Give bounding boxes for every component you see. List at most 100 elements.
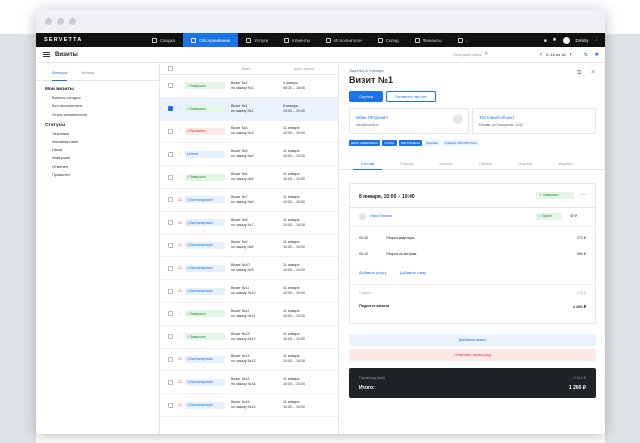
table-row[interactable]: ☆ ▸ Начат Визит №5 по заказу №5 11 января 10:… — [160, 143, 338, 167]
row-checkbox[interactable] — [168, 151, 173, 157]
add-service-link[interactable]: Добавить услугу — [359, 271, 386, 275]
star-icon[interactable]: ☆ — [175, 83, 185, 89]
warning-icon[interactable]: ⚠ — [175, 356, 185, 362]
gear-icon[interactable]: ✱ — [553, 37, 557, 43]
sidebar-item-status[interactable]: Черновик — [52, 131, 159, 136]
star-icon[interactable]: ☆ — [175, 151, 185, 157]
sidebar-item-my-visit[interactable]: Отказ исполнителя — [52, 112, 159, 117]
visit-name[interactable]: Визит №8 по заказу №7 — [231, 218, 283, 228]
visit-name[interactable]: Визит №13 по заказу №12 — [231, 332, 283, 342]
column-date[interactable]: Дата / время — [294, 67, 314, 71]
next-page-icon[interactable]: › — [570, 52, 572, 58]
visit-card-menu-icon[interactable]: … — [580, 191, 586, 197]
quick-search[interactable]: Быстрый поиск ⌕ — [453, 51, 488, 58]
table-row[interactable]: ⚠ ◷ Запланирован Визит №16 по заказу №15 11 … — [160, 394, 338, 417]
tab-detail-4[interactable]: Оценка — [510, 158, 540, 170]
visit-name[interactable]: Визит №9 по заказу №8 — [231, 240, 283, 250]
warning-icon[interactable]: ⚠ — [175, 197, 185, 203]
visit-name[interactable]: Визит №2 по заказу №1 — [231, 81, 283, 91]
window-dot[interactable] — [69, 17, 76, 25]
add-product-link[interactable]: Добавить товар — [400, 271, 426, 275]
table-row[interactable]: ☆ ✓ Завершен Визит №12 по заказу №11 11 янва… — [160, 303, 338, 326]
pay-check-button[interactable]: Оплатить чек сит — [386, 91, 436, 102]
row-checkbox[interactable] — [168, 288, 173, 294]
nav-item-3[interactable]: Клиенты — [276, 33, 318, 47]
visit-name[interactable]: Визит №1 по заказу №1 — [231, 104, 283, 114]
window-dot[interactable] — [45, 17, 52, 25]
tab-detail-2[interactable]: Клиент — [431, 158, 460, 170]
settings-icon[interactable]: ✱ — [595, 52, 599, 58]
star-icon[interactable]: ☆ — [175, 311, 185, 317]
warning-icon[interactable]: ⚠ — [175, 242, 185, 248]
warning-icon[interactable]: ⚠ — [175, 265, 185, 271]
tab-detail-1[interactable]: Расход — [392, 158, 421, 170]
table-row[interactable]: ⚠ ◷ Запланирован Визит №11 по заказу №10 11 … — [160, 280, 338, 303]
row-checkbox[interactable] — [168, 356, 173, 362]
table-row[interactable]: ☆ ✓ Завершен Визит №2 по заказу №1 4 января 0… — [160, 75, 338, 98]
table-row[interactable]: ☆ ✓ Завершен Визит №1 по заказу №1 8 января 1… — [160, 97, 338, 121]
search-input[interactable]: Быстрый поиск — [453, 52, 481, 57]
table-row[interactable]: ☆ ✓ Завершен Визит №6 по заказу №6 11 января… — [160, 166, 338, 189]
external-link-icon[interactable]: ⧉ — [577, 70, 581, 77]
sidebar-item-status[interactable]: Начат — [52, 147, 159, 152]
table-row[interactable]: ⚠ ◷ Запланирован Визит №10 по заказу №9 11 я… — [160, 257, 338, 281]
visit-name[interactable]: Визит №5 по заказу №5 — [231, 149, 283, 159]
table-row[interactable]: ☆ ✕ Провален Визит №3 по заказу №3 11 января… — [160, 121, 338, 144]
sidebar-item-status[interactable]: Провален — [52, 172, 159, 177]
star-icon[interactable]: ☆ — [175, 106, 185, 112]
sidebar-item-status[interactable]: Отменен — [52, 164, 159, 169]
visit-name[interactable]: Визит №10 по заказу №9 — [231, 263, 283, 273]
warning-icon[interactable]: ⚠ — [175, 220, 185, 226]
star-icon[interactable]: ☆ — [175, 174, 185, 180]
search-icon[interactable]: ⌕ — [485, 51, 488, 58]
close-icon[interactable]: × — [591, 69, 595, 76]
row-checkbox[interactable] — [168, 334, 173, 340]
table-row[interactable]: ⚠ ◷ Запланирован Визит №9 по заказу №8 11 ян… — [160, 235, 338, 258]
table-row[interactable]: ⚠ ◷ Запланирован Визит №14 по заказу №13 11 … — [160, 349, 338, 372]
visit-name[interactable]: Визит №6 по заказу №6 — [231, 172, 283, 182]
sidebar-item-my-visit[interactable]: Визиты сегодня — [52, 95, 159, 100]
row-checkbox[interactable] — [168, 106, 173, 112]
row-checkbox[interactable] — [168, 197, 173, 203]
nav-item-4[interactable]: Исполнители — [318, 33, 369, 47]
star-icon[interactable]: ☆ — [175, 128, 185, 134]
nav-item-1[interactable]: Обслуживание — [183, 33, 239, 47]
user-name[interactable]: Dmitry — [576, 38, 589, 43]
row-checkbox[interactable] — [168, 265, 173, 271]
add-visit-button[interactable]: Добавить визит — [349, 334, 596, 346]
visit-name[interactable]: Визит №11 по заказу №10 — [231, 286, 283, 296]
visit-name[interactable]: Визит №14 по заказу №13 — [231, 354, 283, 364]
row-checkbox[interactable] — [168, 311, 173, 317]
row-checkbox[interactable] — [168, 128, 173, 134]
warning-icon[interactable]: ⚠ — [175, 379, 185, 385]
warning-icon[interactable]: ⚠ — [175, 402, 185, 408]
row-checkbox[interactable] — [168, 379, 173, 385]
visit-name[interactable]: Визит №16 по заказу №15 — [231, 400, 283, 410]
tab-filter[interactable]: Фильтр — [81, 71, 94, 80]
avatar[interactable] — [562, 36, 570, 44]
select-all-checkbox[interactable] — [168, 66, 173, 71]
sidebar-item-status[interactable]: Завершен — [52, 155, 159, 160]
row-checkbox[interactable] — [168, 242, 173, 248]
worker-name[interactable]: Иван Иванов — [370, 214, 392, 218]
star-icon[interactable]: ☆ — [175, 334, 185, 340]
hamburger-icon[interactable] — [43, 50, 50, 58]
table-row[interactable]: ⚠ ◷ Запланирован Визит №7 по заказу №6 11 ян… — [160, 189, 338, 212]
visit-name[interactable]: Визит №7 по заказу №6 — [231, 195, 283, 205]
client-card[interactable]: Иван Петрович ivan@dummi.ru — [349, 108, 469, 134]
sort-icon[interactable]: ⇅ — [584, 52, 588, 58]
object-card[interactable]: Тестовый объект Москва, ул Пожарская, 12… — [472, 108, 596, 134]
tab-detail-0[interactable]: Состав — [353, 158, 383, 170]
table-row[interactable]: ☆ ✓ Завершен Визит №13 по заказу №12 11 янва… — [160, 326, 338, 349]
column-visit[interactable]: Визит — [242, 67, 294, 71]
prev-page-icon[interactable]: ‹ — [540, 52, 542, 58]
nav-item-2[interactable]: Услуги — [238, 33, 276, 47]
tab-detail-5[interactable]: Журнал — [550, 158, 581, 170]
breadcrumb[interactable]: Заказ №1 от 5 января — [349, 69, 383, 73]
warning-icon[interactable]: ⚠ — [175, 288, 185, 294]
rate-button[interactable]: Оценка — [349, 91, 383, 102]
cancel-promo-button[interactable]: Отменить промо-код — [349, 349, 596, 361]
table-row[interactable]: ⚠ ◷ Запланирован Визит №8 по заказу №7 11 ян… — [160, 212, 338, 235]
sidebar-item-status[interactable]: Запланирован — [52, 139, 159, 144]
object-name[interactable]: Тестовый объект — [479, 115, 514, 120]
